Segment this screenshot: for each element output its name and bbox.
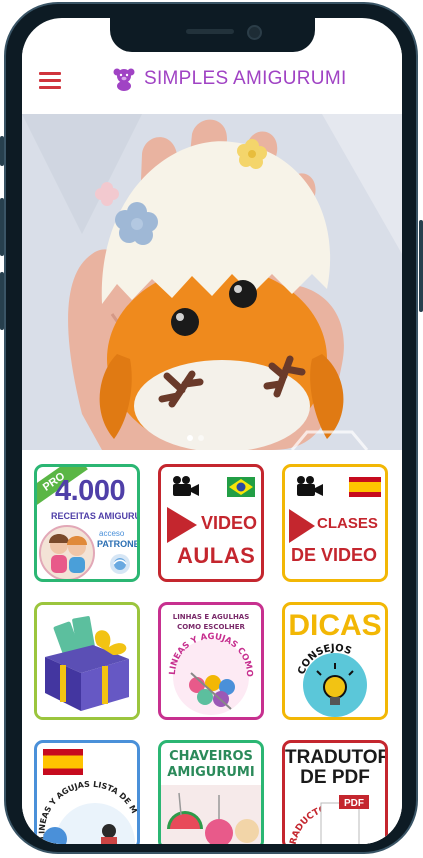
doll-image [39, 525, 95, 579]
materials-image: LINEAS Y AGUJAS LISTA DE MATERIALES [37, 775, 137, 844]
chaveiros-title: CHAVEIROS [169, 749, 253, 764]
carousel-dots [187, 428, 209, 446]
tile-receitas[interactable]: PRO 4.000 RECEITAS AMIGURUMI acceso PATR… [34, 464, 140, 582]
gift-icon [37, 605, 137, 717]
brazil-flag-icon [227, 477, 255, 497]
tile-chaveiros[interactable]: CHAVEIROS AMIGURUMI [158, 740, 264, 844]
spain-flag-icon [349, 477, 381, 497]
dicas-title: DICAS [288, 609, 382, 642]
lightbulb-icon: CONSEJOS [296, 643, 367, 717]
category-grid: PRO 4.000 RECEITAS AMIGURUMI acceso PATR… [22, 450, 402, 844]
phone-notch [110, 18, 315, 52]
hero-carousel[interactable] [22, 114, 402, 450]
carousel-dot[interactable] [198, 435, 204, 441]
tile-clases-video[interactable]: CLASES DE VIDEO [282, 464, 388, 582]
acceso-label: acceso [99, 529, 125, 538]
front-camera [247, 25, 262, 40]
play-icon [167, 507, 197, 543]
linhas-title: LINHAS E AGULHAS [172, 613, 250, 621]
yarn-circle-image: LINEAS Y AGUJAS COMO ESCOGER [161, 631, 254, 715]
video-label: VIDEO [201, 513, 258, 533]
silent-switch [0, 136, 4, 166]
volume-down-button [0, 272, 4, 330]
menu-icon[interactable] [39, 72, 61, 90]
tile-linhas-agulhas[interactable]: LINHAS E AGULHAS COMO ESCOLHER LINEAS Y … [158, 602, 264, 720]
yarn-icon [110, 554, 130, 574]
spain-flag-icon [43, 749, 83, 775]
tile-dicas[interactable]: DICAS CONSEJOS [282, 602, 388, 720]
clases-label: CLASES [317, 515, 378, 532]
play-icon [289, 509, 315, 543]
speaker [186, 29, 234, 34]
patrones-label: PATRONES [97, 539, 140, 549]
teddy-bear-icon [113, 68, 135, 91]
aulas-label: AULAS [177, 543, 256, 568]
recipe-count: 4.000 [55, 475, 126, 507]
tile-gift[interactable] [34, 602, 140, 720]
video-camera-icon [173, 476, 199, 496]
power-button [419, 220, 423, 312]
tile-tradutor-pdf[interactable]: TRADUTOR DE PDF TRADUCTOR PDF PDF [282, 740, 388, 844]
linhas-subtitle: COMO ESCOLHER [177, 623, 245, 631]
pdf-icon: TRADUCTOR PDF PDF [288, 795, 369, 844]
recipe-subtitle: RECEITAS AMIGURUMI [51, 511, 137, 521]
carousel-dot[interactable] [187, 435, 193, 441]
pdf-badge: PDF [344, 798, 364, 809]
tile-lista-materiales[interactable]: LINEAS Y AGUJAS LISTA DE MATERIALES [34, 740, 140, 844]
amigurumi-chick-egg-photo [22, 114, 402, 450]
keychains-image [161, 785, 261, 844]
tradutor-subtitle: DE PDF [300, 767, 370, 788]
volume-up-button [0, 198, 4, 256]
video-camera-icon [297, 476, 323, 496]
tradutor-title: TRADUTOR [285, 747, 388, 768]
tile-video-aulas[interactable]: VIDEO AULAS [158, 464, 264, 582]
app-title[interactable]: SIMPLES AMIGURUMI [144, 68, 347, 90]
phone-screen: SIMPLES AMIGURUMI PRO 4.000 RECEITAS AMI… [22, 18, 402, 844]
chaveiros-subtitle: AMIGURUMI [167, 765, 255, 780]
de-video-label: DE VIDEO [291, 545, 378, 565]
app-bar: SIMPLES AMIGURUMI [22, 48, 402, 114]
